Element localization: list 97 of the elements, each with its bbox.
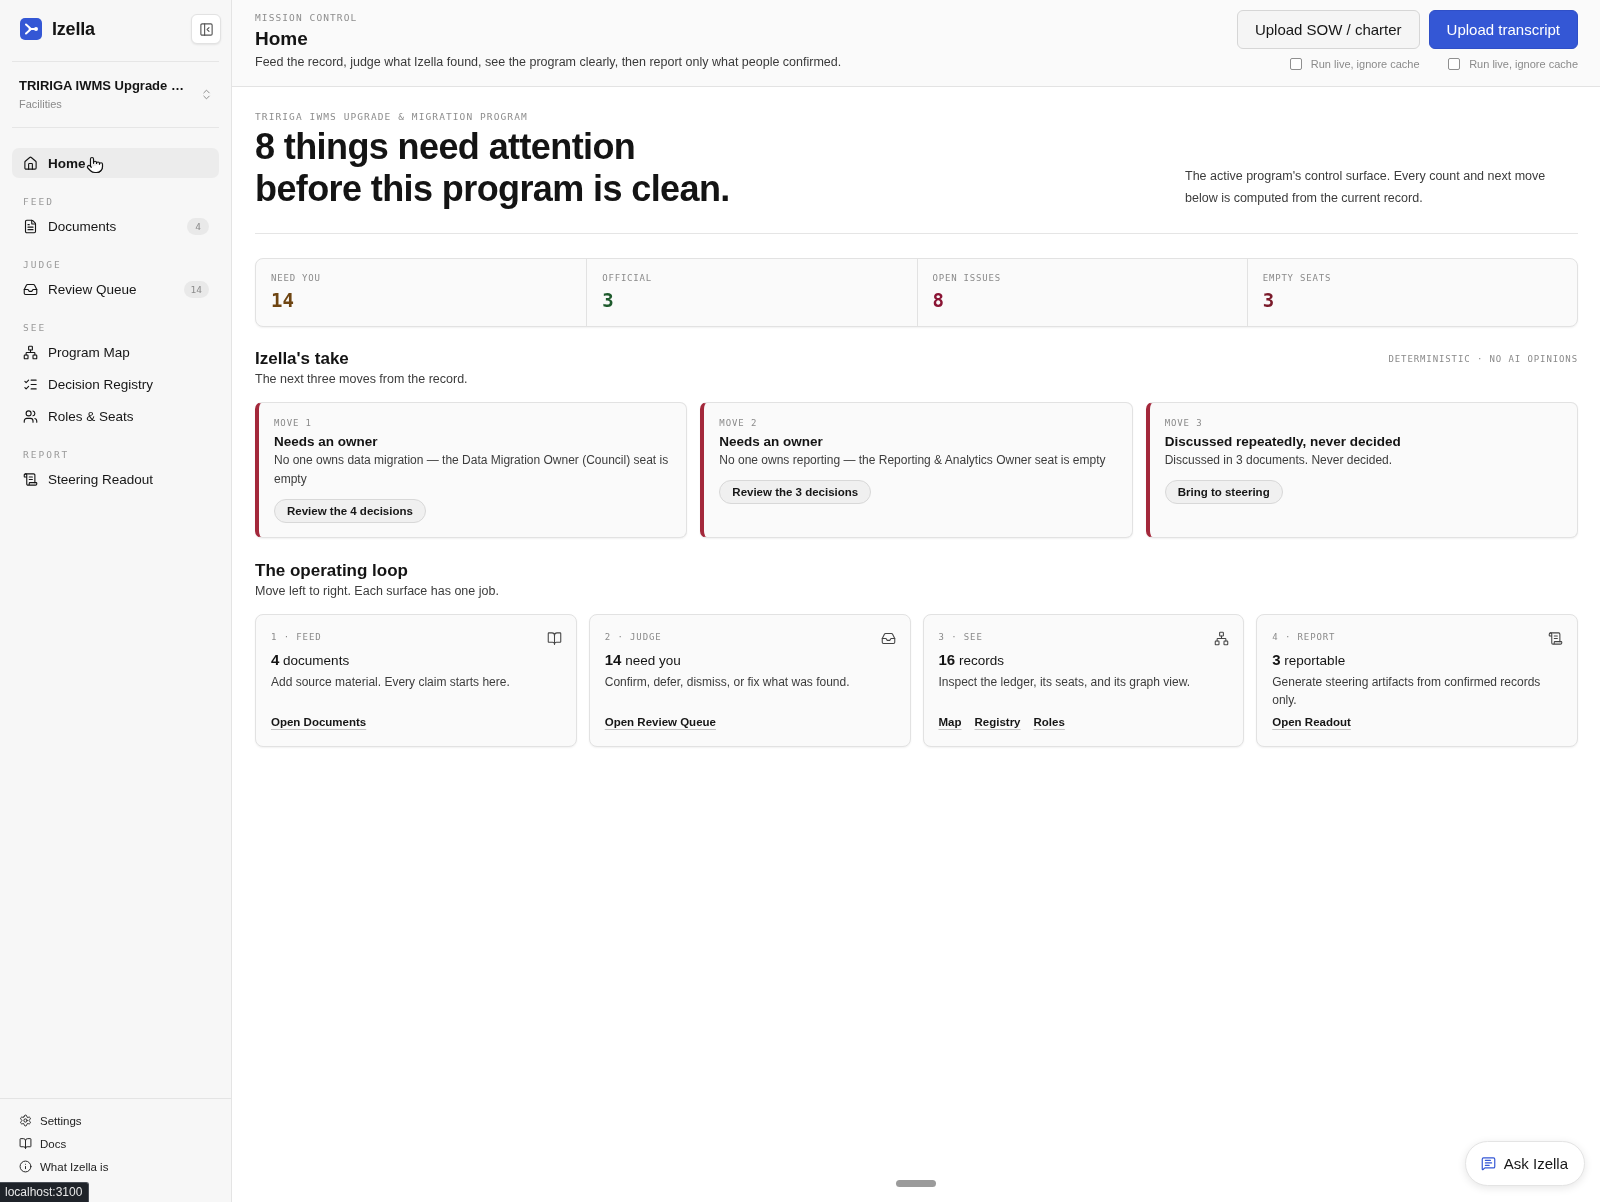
move-label: MOVE 1 bbox=[274, 417, 312, 429]
message-icon bbox=[1480, 1156, 1496, 1171]
step-count: 3 reportable bbox=[1272, 650, 1346, 670]
drag-handle[interactable] bbox=[896, 1180, 936, 1187]
nav-section-label: SEE bbox=[23, 322, 47, 334]
house-icon bbox=[23, 155, 38, 171]
book-icon bbox=[546, 631, 562, 646]
upload-charter-button[interactable]: Upload SOW / charter bbox=[1236, 10, 1420, 49]
checklist-icon bbox=[23, 376, 38, 392]
info-icon bbox=[19, 1160, 32, 1173]
scroll-icon bbox=[1548, 631, 1563, 646]
step-label: 4 · REPORT bbox=[1272, 631, 1336, 643]
nav-section-label: FEED bbox=[23, 196, 54, 208]
step-count: 16 records bbox=[938, 650, 1004, 670]
stat-value: 14 bbox=[271, 288, 294, 312]
checkbox[interactable] bbox=[1448, 58, 1461, 70]
step-description: Inspect the ledger, its seats, and its graph view. bbox=[938, 674, 1191, 691]
section-title: Izella's take bbox=[255, 348, 349, 370]
page-eyebrow: MISSION CONTROL bbox=[255, 12, 358, 24]
hero-eyebrow: TRIRIGA IWMS UPGRADE & MIGRATION PROGRAM bbox=[255, 111, 528, 123]
document-icon bbox=[23, 218, 38, 234]
stat-label: OFFICIAL bbox=[602, 272, 652, 284]
brand-name: Izella bbox=[52, 18, 95, 40]
stat-label: EMPTY SEATS bbox=[1262, 272, 1332, 284]
network-icon bbox=[23, 344, 38, 360]
nav-item[interactable]: Steering Readout bbox=[12, 464, 219, 494]
count-badge: 4 bbox=[187, 217, 209, 235]
logo-icon bbox=[20, 18, 42, 40]
step-label: 3 · SEE bbox=[938, 631, 983, 643]
url-status-tooltip: localhost:3100 bbox=[0, 1182, 90, 1202]
nav-item[interactable]: Roles & Seats bbox=[12, 401, 219, 431]
section-title: The operating loop bbox=[255, 560, 408, 582]
nav-item[interactable]: Decision Registry bbox=[12, 369, 219, 399]
nav-section-label: REPORT bbox=[23, 449, 70, 461]
step-description: Add source material. Every claim starts here. bbox=[271, 674, 511, 691]
nav-item[interactable]: Home bbox=[12, 148, 219, 178]
sidebar-footer-link[interactable]: Docs bbox=[19, 1132, 67, 1155]
step-count: 4 documents bbox=[271, 650, 350, 670]
book-icon bbox=[19, 1137, 32, 1150]
stat-label: OPEN ISSUES bbox=[932, 272, 1001, 284]
step-description: Generate steering artifacts from confirmed records only. bbox=[1272, 674, 1542, 709]
move-action-button[interactable]: Review the 4 decisions bbox=[274, 499, 426, 523]
step-label: 2 · JUDGE bbox=[604, 631, 662, 643]
stat-value: 3 bbox=[1262, 288, 1275, 312]
count-badge: 14 bbox=[183, 280, 209, 298]
step-description: Confirm, defer, dismiss, or fix what was found. bbox=[604, 674, 851, 691]
move-action-button[interactable]: Review the 3 decisions bbox=[719, 480, 872, 504]
network-icon bbox=[1214, 631, 1230, 646]
nav-item[interactable]: Documents 4 bbox=[12, 211, 219, 241]
hero-headline: 8 things need attention before this program is clean. bbox=[255, 126, 731, 210]
program-name[interactable]: TRIRIGA IWMS Upgrade … bbox=[19, 77, 184, 94]
step-link[interactable]: Open Readout bbox=[1272, 714, 1351, 730]
scroll-icon bbox=[23, 471, 38, 487]
inbox-icon bbox=[880, 631, 896, 646]
collapse-sidebar-button[interactable] bbox=[191, 14, 221, 44]
stat-value: 8 bbox=[932, 288, 944, 312]
move-description: No one owns data migration — the Data Migration Owner (Council) seat is empty bbox=[274, 452, 670, 488]
move-title: Discussed repeatedly, never decided bbox=[1164, 433, 1401, 451]
checkbox[interactable] bbox=[1289, 58, 1302, 70]
section-subtitle: Move left to right. Each surface has one job. bbox=[255, 583, 499, 600]
step-count: 14 need you bbox=[604, 650, 681, 670]
move-description: No one owns reporting — the Reporting & Analytics Owner seat is empty bbox=[719, 452, 1106, 469]
step-link[interactable]: Map bbox=[938, 714, 962, 730]
section-subtitle: The next three moves from the record. bbox=[255, 371, 468, 388]
stat-value: 3 bbox=[602, 288, 614, 312]
step-link[interactable]: Registry bbox=[974, 714, 1021, 730]
hand-cursor-icon bbox=[86, 156, 104, 174]
chevrons-up-down-icon[interactable] bbox=[200, 88, 213, 101]
move-description: Discussed in 3 documents. Never decided. bbox=[1164, 452, 1393, 469]
users-icon bbox=[23, 408, 38, 424]
move-action-button[interactable]: Bring to steering bbox=[1164, 480, 1283, 504]
move-title: Needs an owner bbox=[274, 433, 378, 451]
step-link[interactable]: Open Documents bbox=[271, 714, 367, 730]
move-label: MOVE 3 bbox=[1164, 417, 1203, 429]
step-label: 1 · FEED bbox=[271, 631, 322, 643]
sidebar-footer-link[interactable]: Settings bbox=[19, 1109, 82, 1132]
page-description: Feed the record, judge what Izella found, see the program clearly, then report only what people confirmed. bbox=[255, 54, 842, 71]
move-title: Needs an owner bbox=[719, 433, 823, 451]
stat-label: NEED YOU bbox=[271, 272, 321, 284]
checkbox-label: Run live, ignore cache bbox=[1310, 58, 1420, 70]
page-title: Home bbox=[255, 27, 308, 51]
section-tag: DETERMINISTIC · NO AI OPINIONS bbox=[1388, 353, 1578, 365]
settings-icon bbox=[19, 1114, 32, 1127]
ask-izella-button[interactable]: Ask Izella bbox=[1464, 1141, 1585, 1186]
hero-summary: The active program's control surface. Every count and next move below is computed from the current record. bbox=[1185, 168, 1547, 207]
nav-item[interactable]: Program Map bbox=[12, 337, 219, 367]
inbox-icon bbox=[23, 281, 38, 297]
panel-left-icon bbox=[198, 21, 214, 37]
program-area: Facilities bbox=[19, 97, 62, 112]
checkbox-label: Run live, ignore cache bbox=[1469, 58, 1578, 70]
step-link[interactable]: Open Review Queue bbox=[604, 714, 716, 730]
nav-item[interactable]: Review Queue 14 bbox=[12, 274, 219, 304]
sidebar-footer-link[interactable]: What Izella is bbox=[19, 1155, 109, 1178]
upload-transcript-button[interactable]: Upload transcript bbox=[1428, 10, 1578, 49]
nav-section-label: JUDGE bbox=[23, 259, 62, 271]
move-label: MOVE 2 bbox=[719, 417, 758, 429]
step-link[interactable]: Roles bbox=[1033, 714, 1065, 730]
